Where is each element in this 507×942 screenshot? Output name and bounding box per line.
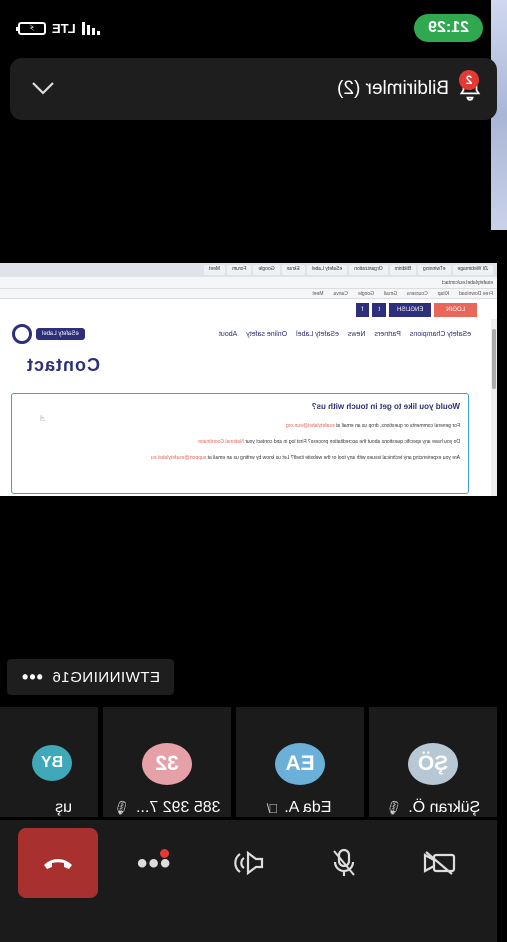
contact-line: Do you have any specific questions about… bbox=[197, 439, 460, 445]
site-top-bar: LOGIN ENGLISH t f bbox=[0, 299, 497, 321]
chevron-down-icon[interactable] bbox=[30, 76, 56, 102]
bookmark[interactable]: Free Download bbox=[459, 291, 493, 297]
email-link[interactable]: esafetylabel@eun.org bbox=[286, 423, 335, 429]
browser-tab[interactable]: Forum bbox=[227, 265, 252, 275]
notification-badge: 2 bbox=[459, 70, 479, 90]
participant-name: Eda A. bbox=[284, 799, 332, 816]
clock: 21:29 bbox=[414, 14, 483, 42]
bookmark[interactable]: Canva bbox=[333, 291, 347, 297]
browser-tab-bar: Zil Webimage eTwinning Bildirim Organiza… bbox=[0, 263, 497, 277]
contact-heading: Would you like to get in touch with us? bbox=[311, 402, 460, 411]
nav-item[interactable]: About bbox=[219, 331, 237, 338]
mic-icon[interactable] bbox=[304, 828, 384, 898]
more-options-icon[interactable]: ••• bbox=[113, 828, 193, 898]
contact-box: Would you like to get in touch with us? … bbox=[11, 393, 469, 494]
site-logo[interactable]: eSafety Label bbox=[12, 324, 85, 344]
end-call-button[interactable] bbox=[17, 828, 98, 898]
site-nav: eSafety Champions Partners News eSafety … bbox=[0, 321, 497, 347]
bell-icon: 2 bbox=[457, 70, 483, 102]
cursor-icon: ☝ bbox=[40, 414, 45, 423]
nav-item[interactable]: Online safety bbox=[246, 331, 287, 338]
browser-tab[interactable]: Zil Webimage bbox=[452, 265, 493, 275]
participant-strip: ŞÖ Şükran Ö. 🎙 EA Eda A. 🎙̸ 32 385 392 7… bbox=[0, 707, 497, 817]
mic-icon: 🎙 bbox=[113, 800, 130, 815]
contact-line: Are you experiencing any technical issue… bbox=[150, 455, 460, 461]
browser-tab[interactable]: Google bbox=[253, 265, 280, 275]
participant-tile[interactable]: BY uş bbox=[0, 707, 98, 817]
speaker-icon[interactable] bbox=[209, 828, 289, 898]
more-icon[interactable]: ••• bbox=[21, 667, 43, 688]
facebook-icon[interactable]: f bbox=[355, 303, 370, 317]
notification-title: Bildirimler (2) bbox=[337, 78, 449, 99]
bookmark[interactable]: Meet bbox=[312, 291, 323, 297]
participant-name-row: Şükran Ö. 🎙 bbox=[386, 799, 481, 817]
participant-tile[interactable]: 32 385 392 7... 🎙 bbox=[103, 707, 231, 817]
bookmark[interactable]: Coursera bbox=[407, 291, 428, 297]
participant-name-row: uş bbox=[55, 799, 72, 817]
nav-item[interactable]: Partners bbox=[374, 331, 400, 338]
avatar: 32 bbox=[142, 743, 192, 785]
notification-banner[interactable]: 2 Bildirimler (2) bbox=[10, 58, 497, 120]
browser-tab[interactable]: Ekran bbox=[281, 265, 305, 275]
browser-tab[interactable]: eSafety Label bbox=[306, 265, 348, 275]
notification-left: 2 Bildirimler (2) bbox=[337, 70, 483, 102]
avatar: EA bbox=[275, 743, 325, 785]
bookmark[interactable]: Google bbox=[358, 291, 374, 297]
participant-name-row: Eda A. 🎙̸ bbox=[269, 799, 332, 817]
logo-icon bbox=[12, 324, 32, 344]
bookmarks-bar: Free Download Kitap Coursera Gmail Googl… bbox=[0, 289, 497, 299]
browser-tab[interactable]: eTwinning bbox=[418, 265, 451, 275]
nav-links: eSafety Champions Partners News eSafety … bbox=[219, 331, 471, 338]
support-link[interactable]: support@esafetylabel.eu bbox=[151, 455, 206, 461]
avatar: BY bbox=[32, 745, 72, 781]
language-select[interactable]: ENGLISH bbox=[388, 303, 432, 317]
nav-item[interactable]: eSafety Label bbox=[296, 331, 339, 338]
nav-item[interactable]: eSafety Champions bbox=[410, 331, 471, 338]
participant-tile[interactable]: EA Eda A. 🎙̸ bbox=[236, 707, 364, 817]
battery-icon: ⚡ bbox=[18, 21, 46, 35]
logo-text: eSafety Label bbox=[36, 328, 85, 340]
twitter-icon[interactable]: t bbox=[372, 303, 386, 317]
participant-name: Şükran Ö. bbox=[408, 799, 481, 816]
presenter-label[interactable]: ETWINNING16 ••• bbox=[7, 659, 174, 695]
login-button[interactable]: LOGIN bbox=[434, 303, 477, 317]
browser-tab[interactable]: Organization bbox=[349, 265, 388, 275]
contact-line: For general comments or questions, drop … bbox=[285, 423, 460, 429]
scrollbar[interactable] bbox=[491, 319, 497, 496]
page-title: Contact bbox=[26, 355, 100, 375]
phone-screen: 21:29 LTE ⚡ 2 Bildirimler (2) Zil Webima… bbox=[0, 0, 507, 942]
coordinator-link[interactable]: National Coordinator bbox=[198, 439, 244, 445]
presenter-name: ETWINNING16 bbox=[51, 668, 160, 686]
participant-name: 385 392 7... bbox=[136, 799, 221, 816]
browser-tab[interactable]: Bildirim bbox=[389, 265, 416, 275]
bookmark[interactable]: Kitap bbox=[438, 291, 449, 297]
bookmark[interactable]: Gmail bbox=[384, 291, 397, 297]
shared-screen: Zil Webimage eTwinning Bildirim Organiza… bbox=[0, 263, 497, 496]
nav-item[interactable]: News bbox=[348, 331, 366, 338]
mic-icon: 🎙 bbox=[385, 800, 403, 815]
mic-off-icon: 🎙̸ bbox=[268, 800, 279, 816]
call-controls: ••• bbox=[0, 820, 497, 942]
status-bar: 21:29 LTE ⚡ bbox=[18, 12, 483, 44]
signal-icon bbox=[81, 21, 100, 35]
participant-name-row: 385 392 7... 🎙 bbox=[113, 799, 220, 817]
network-type: LTE bbox=[52, 20, 76, 36]
participant-tile[interactable]: ŞÖ Şükran Ö. 🎙 bbox=[369, 707, 497, 817]
video-off-icon[interactable] bbox=[399, 828, 479, 898]
avatar: ŞÖ bbox=[408, 743, 458, 785]
address-bar[interactable]: esafetylabel.eu/contact bbox=[0, 277, 497, 289]
browser-tab[interactable]: Meet bbox=[203, 265, 226, 275]
url-text: esafetylabel.eu/contact bbox=[441, 279, 493, 286]
signal-group: LTE ⚡ bbox=[18, 21, 100, 36]
participant-name: uş bbox=[55, 799, 72, 816]
